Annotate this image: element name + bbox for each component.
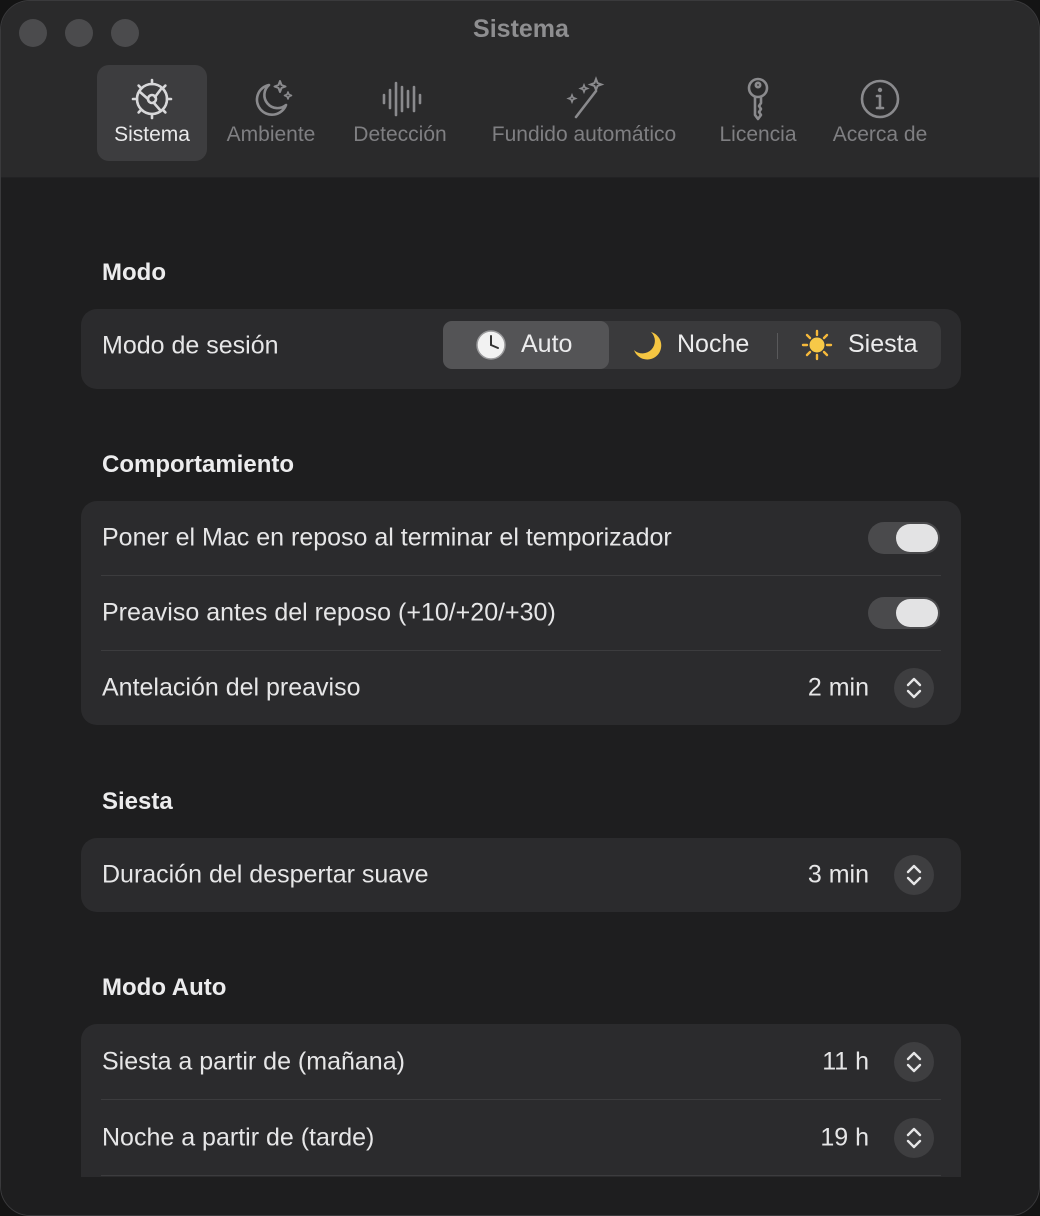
toggle-knob: [896, 524, 938, 552]
waveform-icon: [382, 81, 422, 117]
chevron-up-down-icon: [906, 677, 922, 699]
segment-noche[interactable]: Noche: [613, 321, 775, 369]
settings-window: Sistema Sistema Ambiente Detección Fundi…: [0, 0, 1040, 1216]
row-session-mode: Modo de sesión Auto Noche Siesta: [81, 309, 961, 383]
tab-deteccion[interactable]: Detección: [341, 65, 459, 161]
warning-advance-value: 2 min: [807, 673, 869, 702]
section-title-siesta: Siesta: [102, 788, 173, 815]
sleep-after-timer-label: Poner el Mac en reposo al terminar el te…: [102, 523, 672, 552]
row-sleep-warning: Preaviso antes del reposo (+10/+20/+30): [81, 576, 961, 650]
session-mode-segmented-control[interactable]: Auto Noche Siesta: [443, 321, 941, 369]
tab-label: Acerca de: [832, 123, 928, 146]
window-bottom-edge: [1, 1177, 1039, 1215]
card-comportamiento: Poner el Mac en reposo al terminar el te…: [81, 501, 961, 725]
tab-label: Fundido automático: [491, 123, 677, 146]
tab-acerca-de[interactable]: Acerca de: [821, 65, 939, 161]
card-modo: Modo de sesión Auto Noche Siesta: [81, 309, 961, 389]
tab-ambiente[interactable]: Ambiente: [215, 65, 327, 161]
sleep-warning-label: Preaviso antes del reposo (+10/+20/+30): [102, 598, 556, 627]
tab-label: Ambiente: [226, 123, 316, 146]
sleep-warning-toggle[interactable]: [868, 597, 940, 629]
tab-label: Licencia: [719, 123, 797, 146]
row-sleep-after-timer: Poner el Mac en reposo al terminar el te…: [81, 501, 961, 575]
session-mode-label: Modo de sesión: [102, 331, 279, 360]
section-title-comportamiento: Comportamiento: [102, 451, 294, 478]
soft-wake-duration-stepper[interactable]: [894, 855, 934, 895]
row-soft-wake-duration: Duración del despertar suave 3 min: [81, 838, 961, 912]
chevron-up-down-icon: [906, 864, 922, 886]
soft-wake-duration-label: Duración del despertar suave: [102, 860, 429, 889]
night-from-value: 19 h: [820, 1123, 869, 1152]
row-warning-advance: Antelación del preaviso 2 min: [81, 651, 961, 725]
segment-divider: [777, 333, 778, 359]
segment-auto-label: Auto: [521, 330, 573, 358]
segment-auto[interactable]: Auto: [443, 321, 609, 369]
row-night-from: Noche a partir de (tarde) 19 h: [81, 1100, 961, 1176]
siesta-from-value: 11 h: [822, 1047, 869, 1075]
section-title-modo: Modo: [102, 259, 166, 286]
clock-icon: [476, 330, 506, 360]
chevron-up-down-icon: [906, 1127, 922, 1149]
night-from-stepper[interactable]: [894, 1118, 934, 1158]
tab-licencia[interactable]: Licencia: [707, 65, 809, 161]
siesta-from-stepper[interactable]: [894, 1041, 934, 1082]
divider: [101, 1175, 941, 1176]
sun-icon: [801, 329, 833, 361]
tab-label: Detección: [353, 123, 447, 146]
toggle-knob: [896, 599, 938, 627]
warning-advance-label: Antelación del preaviso: [102, 673, 361, 702]
toolbar: Sistema Sistema Ambiente Detección Fundi…: [1, 1, 1039, 178]
segment-noche-label: Noche: [677, 330, 750, 358]
warning-advance-stepper[interactable]: [894, 668, 934, 708]
key-icon: [747, 77, 769, 121]
section-title-modo-auto: Modo Auto: [102, 974, 227, 1001]
row-siesta-from: Siesta a partir de (mañana) 11 h: [81, 1024, 961, 1099]
magic-wand-icon: [566, 76, 605, 119]
segment-siesta-label: Siesta: [848, 330, 918, 358]
segment-siesta[interactable]: Siesta: [781, 321, 941, 369]
soft-wake-duration-value: 3 min: [807, 860, 869, 889]
tab-fundido-automatico[interactable]: Fundido automático: [475, 65, 693, 161]
siesta-from-label: Siesta a partir de (mañana): [102, 1047, 405, 1075]
chevron-up-down-icon: [906, 1051, 922, 1072]
sleep-after-timer-toggle[interactable]: [868, 522, 940, 554]
window-title: Sistema: [473, 15, 569, 43]
card-siesta: Duración del despertar suave 3 min: [81, 838, 961, 912]
night-from-label: Noche a partir de (tarde): [102, 1123, 375, 1152]
moon-stars-icon: [255, 80, 293, 116]
tab-sistema[interactable]: Sistema: [97, 65, 207, 161]
gear-icon: [131, 78, 173, 120]
crescent-moon-icon: [634, 332, 662, 360]
tab-label: Sistema: [114, 123, 190, 146]
info-icon: [860, 79, 900, 119]
